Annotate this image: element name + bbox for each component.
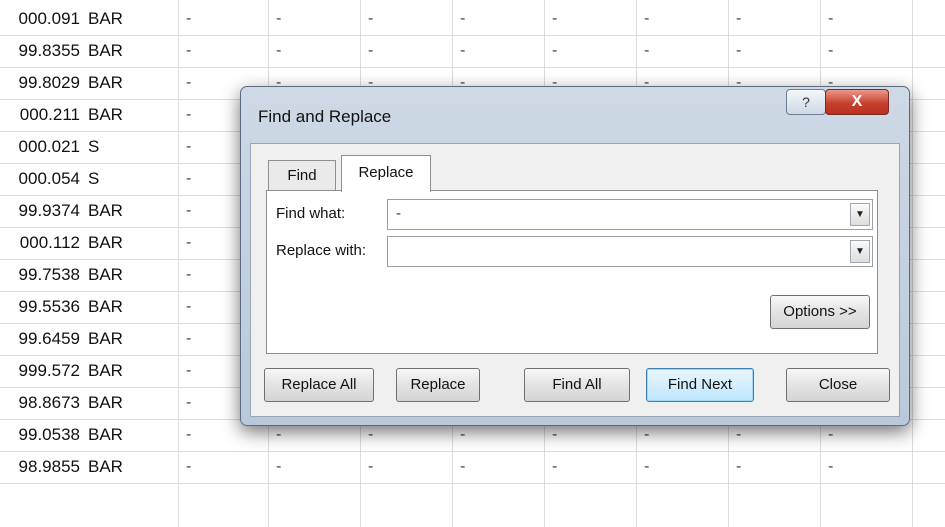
cell-unit[interactable]: BAR (86, 291, 178, 323)
cell-unit[interactable]: BAR (86, 35, 178, 67)
cell-dash[interactable]: - (644, 3, 724, 35)
help-button[interactable]: ? (786, 89, 826, 115)
cell-dash[interactable]: - (276, 451, 356, 483)
replace-panel: Find what: - ▼ Replace with: ▼ Options >… (266, 190, 878, 354)
cell-dash[interactable]: - (368, 3, 448, 35)
dialog-body: Find Replace Find what: - ▼ Replace with… (250, 143, 900, 417)
cell-value[interactable]: 000.112 (0, 227, 80, 259)
cell-unit[interactable]: BAR (86, 259, 178, 291)
cell-value[interactable]: 999.572 (0, 355, 80, 387)
cell-dash[interactable]: - (460, 3, 540, 35)
table-row: 98.9855 BAR - - - - - - - - (0, 451, 945, 484)
chevron-down-icon[interactable]: ▼ (850, 240, 870, 263)
cell-dash[interactable]: - (368, 35, 448, 67)
replace-with-label: Replace with: (276, 242, 367, 259)
table-row: 000.091 BAR - - - - - - - - (0, 3, 945, 36)
cell-value[interactable]: 98.8673 (0, 387, 80, 419)
cell-value[interactable]: 99.5536 (0, 291, 80, 323)
cell-unit[interactable]: S (86, 163, 178, 195)
cell-unit[interactable]: BAR (86, 419, 178, 451)
replace-all-button[interactable]: Replace All (264, 368, 374, 402)
cell-unit[interactable]: BAR (86, 387, 178, 419)
cell-unit[interactable]: BAR (86, 99, 178, 131)
cell-value[interactable]: 000.054 (0, 163, 80, 195)
replace-with-input[interactable]: ▼ (387, 236, 873, 267)
cell-value[interactable]: 000.091 (0, 3, 80, 35)
cell-unit[interactable]: BAR (86, 67, 178, 99)
find-what-label: Find what: (276, 205, 346, 222)
cell-value[interactable]: 99.7538 (0, 259, 80, 291)
cell-unit[interactable]: S (86, 131, 178, 163)
cell-value[interactable]: 99.9374 (0, 195, 80, 227)
chevron-down-icon[interactable]: ▼ (850, 203, 870, 226)
cell-dash[interactable]: - (552, 3, 632, 35)
cell-dash[interactable]: - (368, 451, 448, 483)
find-replace-dialog: Find and Replace ? X Find Replace Find w… (240, 86, 910, 426)
cell-dash[interactable]: - (460, 35, 540, 67)
cell-value[interactable]: 98.9855 (0, 451, 80, 483)
cell-dash[interactable]: - (828, 451, 908, 483)
cell-unit[interactable]: BAR (86, 3, 178, 35)
cell-value[interactable]: 99.0538 (0, 419, 80, 451)
cell-dash[interactable]: - (552, 451, 632, 483)
cell-dash[interactable]: - (736, 3, 816, 35)
tab-replace[interactable]: Replace (341, 155, 431, 192)
cell-value[interactable]: 99.8355 (0, 35, 80, 67)
cell-dash[interactable]: - (186, 35, 266, 67)
cell-dash[interactable]: - (644, 451, 724, 483)
find-what-value: - (396, 205, 401, 222)
cell-unit[interactable]: BAR (86, 355, 178, 387)
table-row: 99.8355 BAR - - - - - - - - (0, 35, 945, 68)
cell-dash[interactable]: - (552, 35, 632, 67)
find-next-button[interactable]: Find Next (646, 368, 754, 402)
options-button[interactable]: Options >> (770, 295, 870, 329)
cell-dash[interactable]: - (276, 35, 356, 67)
find-all-button[interactable]: Find All (524, 368, 630, 402)
cell-unit[interactable]: BAR (86, 451, 178, 483)
cell-unit[interactable]: BAR (86, 195, 178, 227)
cell-dash[interactable]: - (276, 3, 356, 35)
cell-unit[interactable]: BAR (86, 323, 178, 355)
cell-dash[interactable]: - (828, 3, 908, 35)
cell-dash[interactable]: - (460, 451, 540, 483)
close-icon[interactable]: X (825, 89, 889, 115)
cell-dash[interactable]: - (828, 35, 908, 67)
find-what-input[interactable]: - ▼ (387, 199, 873, 230)
cell-dash[interactable]: - (186, 3, 266, 35)
cell-dash[interactable]: - (736, 35, 816, 67)
cell-value[interactable]: 000.021 (0, 131, 80, 163)
close-button[interactable]: Close (786, 368, 890, 402)
cell-value[interactable]: 99.8029 (0, 67, 80, 99)
cell-value[interactable]: 99.6459 (0, 323, 80, 355)
cell-dash[interactable]: - (186, 451, 266, 483)
cell-unit[interactable]: BAR (86, 227, 178, 259)
cell-value[interactable]: 000.211 (0, 99, 80, 131)
cell-dash[interactable]: - (644, 35, 724, 67)
dialog-title: Find and Replace (258, 107, 392, 126)
replace-button[interactable]: Replace (396, 368, 480, 402)
tab-find[interactable]: Find (268, 160, 336, 191)
cell-dash[interactable]: - (736, 451, 816, 483)
